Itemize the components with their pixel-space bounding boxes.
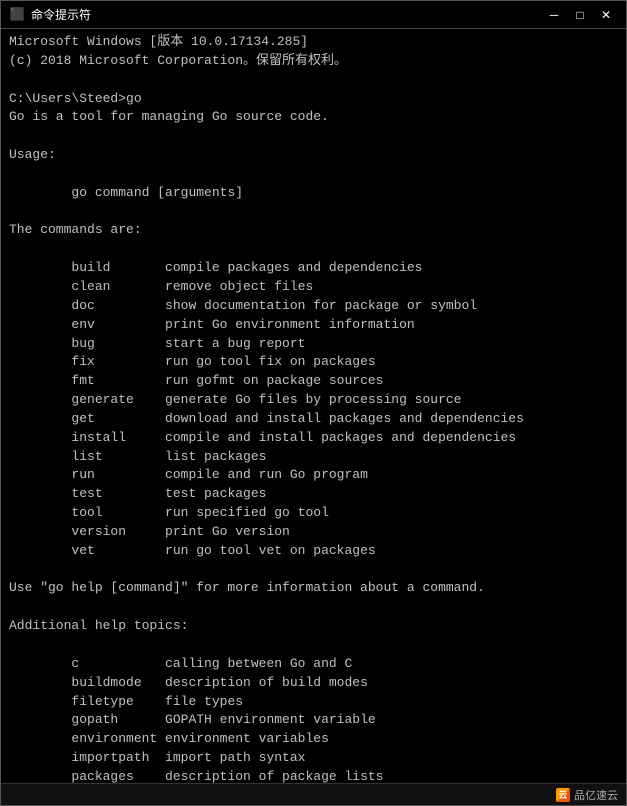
- watermark: 云 品亿速云: [556, 787, 618, 803]
- maximize-button[interactable]: □: [568, 5, 592, 25]
- footer-bar: 云 品亿速云: [1, 783, 626, 805]
- watermark-logo: 云: [556, 788, 570, 802]
- window-title: 命令提示符: [31, 6, 91, 23]
- minimize-button[interactable]: ─: [542, 5, 566, 25]
- watermark-text: 品亿速云: [574, 787, 618, 803]
- title-bar-left: ⬛ 命令提示符: [9, 6, 91, 23]
- title-bar: ⬛ 命令提示符 ─ □ ✕: [1, 1, 626, 29]
- cmd-icon: ⬛: [9, 7, 25, 23]
- terminal-output: Microsoft Windows [版本 10.0.17134.285] (c…: [9, 33, 618, 783]
- window-controls: ─ □ ✕: [542, 5, 618, 25]
- cmd-window: ⬛ 命令提示符 ─ □ ✕ Microsoft Windows [版本 10.0…: [0, 0, 627, 806]
- terminal-body[interactable]: Microsoft Windows [版本 10.0.17134.285] (c…: [1, 29, 626, 783]
- close-button[interactable]: ✕: [594, 5, 618, 25]
